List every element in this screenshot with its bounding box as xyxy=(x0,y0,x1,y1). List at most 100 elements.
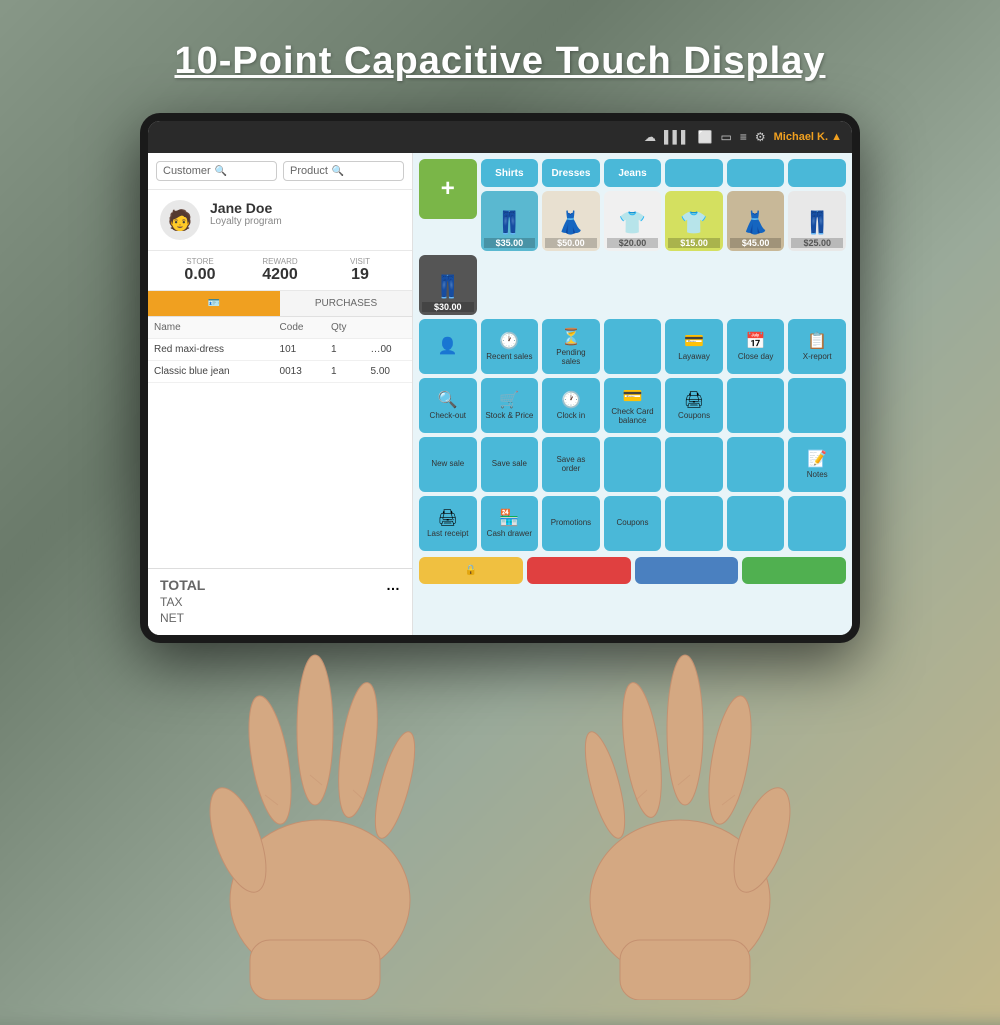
blank-action-7[interactable] xyxy=(665,496,723,551)
total-row-tax: TAX xyxy=(160,595,400,609)
product-4-price: $15.00 xyxy=(668,238,720,248)
promotions-button[interactable]: Promotions xyxy=(542,496,600,551)
product-search[interactable]: Product 🔍 xyxy=(283,161,404,181)
close-day-button[interactable]: 📅 Close day xyxy=(727,319,785,374)
coupons-label: Coupons xyxy=(678,412,710,421)
product-5-img: 👗 xyxy=(742,210,769,236)
category-blank-2[interactable] xyxy=(727,159,785,187)
close-day-label: Close day xyxy=(738,353,774,362)
customer-search-icon: 🔍 xyxy=(215,166,227,177)
store-value: 0.00 xyxy=(160,266,240,284)
product-search-icon: 🔍 xyxy=(332,166,344,177)
settings-icon: ⚙ xyxy=(755,130,766,144)
pay-red-button[interactable] xyxy=(527,557,631,584)
recent-sales-button[interactable]: 🕐 Recent sales xyxy=(481,319,539,374)
coupons-button[interactable]: 🖨 Coupons xyxy=(665,378,723,433)
item-code-2: 0013 xyxy=(274,361,325,383)
new-sale-button[interactable]: New sale xyxy=(419,437,477,492)
cash-drawer-icon: 🏪 xyxy=(499,508,519,528)
product-6[interactable]: 👖 $25.00 xyxy=(788,191,846,251)
blank-action-6[interactable] xyxy=(727,437,785,492)
blank-action-1[interactable] xyxy=(604,319,662,374)
customer-name: Jane Doe xyxy=(210,200,282,216)
blank-action-2[interactable] xyxy=(727,378,785,433)
category-dresses[interactable]: Dresses xyxy=(542,159,600,187)
product-1[interactable]: 👖 $35.00 xyxy=(481,191,539,251)
category-blank-1[interactable] xyxy=(665,159,723,187)
stats-row: STORE 0.00 REWARD 4200 VISIT 19 xyxy=(148,251,412,291)
table-row[interactable]: Red maxi-dress 101 1 …00 xyxy=(148,339,412,361)
product-6-price: $25.00 xyxy=(791,238,843,248)
cash-drawer-label: Cash drawer xyxy=(487,530,532,539)
lock-button[interactable]: 🔒 xyxy=(419,557,523,584)
layaway-button[interactable]: 💳 Layaway xyxy=(665,319,723,374)
card-balance-button[interactable]: 💳 Check Card balance xyxy=(604,378,662,433)
save-sale-button[interactable]: Save sale xyxy=(481,437,539,492)
product-4[interactable]: 👕 $15.00 xyxy=(665,191,723,251)
tab-id[interactable]: 🪪 xyxy=(148,291,280,316)
cash-drawer-button[interactable]: 🏪 Cash drawer xyxy=(481,496,539,551)
coupons-icon: 🖨 xyxy=(684,390,704,410)
new-sale-label: New sale xyxy=(431,460,464,469)
save-order-button[interactable]: Save as order xyxy=(542,437,600,492)
blank-action-4[interactable] xyxy=(604,437,662,492)
col-name: Name xyxy=(148,317,274,339)
product-7-price: $30.00 xyxy=(422,302,474,312)
product-3[interactable]: 👕 $20.00 xyxy=(604,191,662,251)
product-3-price: $20.00 xyxy=(607,238,659,248)
clock-in-icon: 🕐 xyxy=(561,390,581,410)
stat-visit: VISIT 19 xyxy=(320,257,400,284)
blank-action-9[interactable] xyxy=(788,496,846,551)
blank-action-5[interactable] xyxy=(665,437,723,492)
product-7[interactable]: 👖 $30.00 xyxy=(419,255,477,315)
pending-sales-button[interactable]: ⏳ Pending sales xyxy=(542,319,600,374)
item-price-2: 5.00 xyxy=(365,361,413,383)
item-qty-1: 1 xyxy=(325,339,365,361)
signal-icon: ▌▌▌ xyxy=(664,130,690,144)
category-grid: + Shirts Dresses Jeans 👖 $35.00 xyxy=(419,159,846,315)
blank-action-3[interactable] xyxy=(788,378,846,433)
add-customer-button[interactable]: 👤 xyxy=(419,319,477,374)
add-customer-icon: 👤 xyxy=(438,336,458,356)
product-7-img: 👖 xyxy=(434,274,461,300)
checkout-label: Check-out xyxy=(430,412,466,421)
table-row[interactable]: Classic blue jean 0013 1 5.00 xyxy=(148,361,412,383)
card-balance-label: Check Card balance xyxy=(608,408,658,426)
blank-action-8[interactable] xyxy=(727,496,785,551)
user-name[interactable]: Michael K. ▲ xyxy=(774,131,842,143)
last-receipt-button[interactable]: 🖨 Last receipt xyxy=(419,496,477,551)
stock-price-button[interactable]: 🛒 Stock & Price xyxy=(481,378,539,433)
product-1-price: $35.00 xyxy=(484,238,536,248)
x-report-button[interactable]: 📋 X-report xyxy=(788,319,846,374)
category-shirts[interactable]: Shirts xyxy=(481,159,539,187)
payment-row: 🔒 xyxy=(419,557,846,584)
net-label: NET xyxy=(160,611,184,625)
customer-search[interactable]: Customer 🔍 xyxy=(156,161,277,181)
product-2-price: $50.00 xyxy=(545,238,597,248)
pay-blue-button[interactable] xyxy=(635,557,739,584)
col-price xyxy=(365,317,413,339)
action-grid-4: 🖨 Last receipt 🏪 Cash drawer Promotions … xyxy=(419,496,846,551)
tabs-row: 🪪 PURCHASES xyxy=(148,291,412,317)
total-row-main: TOTAL … xyxy=(160,577,400,593)
menu-icon: ≡ xyxy=(740,130,747,144)
pos-content: Customer 🔍 Product 🔍 🧑 Jane Doe Loyalty xyxy=(148,153,852,635)
tab-purchases[interactable]: PURCHASES xyxy=(280,291,412,316)
pay-green-button[interactable] xyxy=(742,557,846,584)
monitor-frame: ☁ ▌▌▌ ⬜ ▭ ≡ ⚙ Michael K. ▲ Customer 🔍 xyxy=(140,113,860,643)
product-5[interactable]: 👗 $45.00 xyxy=(727,191,785,251)
product-2[interactable]: 👗 $50.00 xyxy=(542,191,600,251)
coupon-button[interactable]: Coupons xyxy=(604,496,662,551)
promotions-label: Promotions xyxy=(551,519,591,528)
customer-search-text: Customer xyxy=(163,165,211,177)
action-grid-2: 🔍 Check-out 🛒 Stock & Price 🕐 Clock in xyxy=(419,378,846,433)
checkout-button[interactable]: 🔍 Check-out xyxy=(419,378,477,433)
col-code: Code xyxy=(274,317,325,339)
clock-in-button[interactable]: 🕐 Clock in xyxy=(542,378,600,433)
notes-button[interactable]: 📝 Notes xyxy=(788,437,846,492)
page-title: 10-Point Capacitive Touch Display xyxy=(174,40,825,83)
category-jeans[interactable]: Jeans xyxy=(604,159,662,187)
right-hand xyxy=(500,620,860,1000)
add-product-button[interactable]: + xyxy=(419,159,477,219)
category-blank-3[interactable] xyxy=(788,159,846,187)
